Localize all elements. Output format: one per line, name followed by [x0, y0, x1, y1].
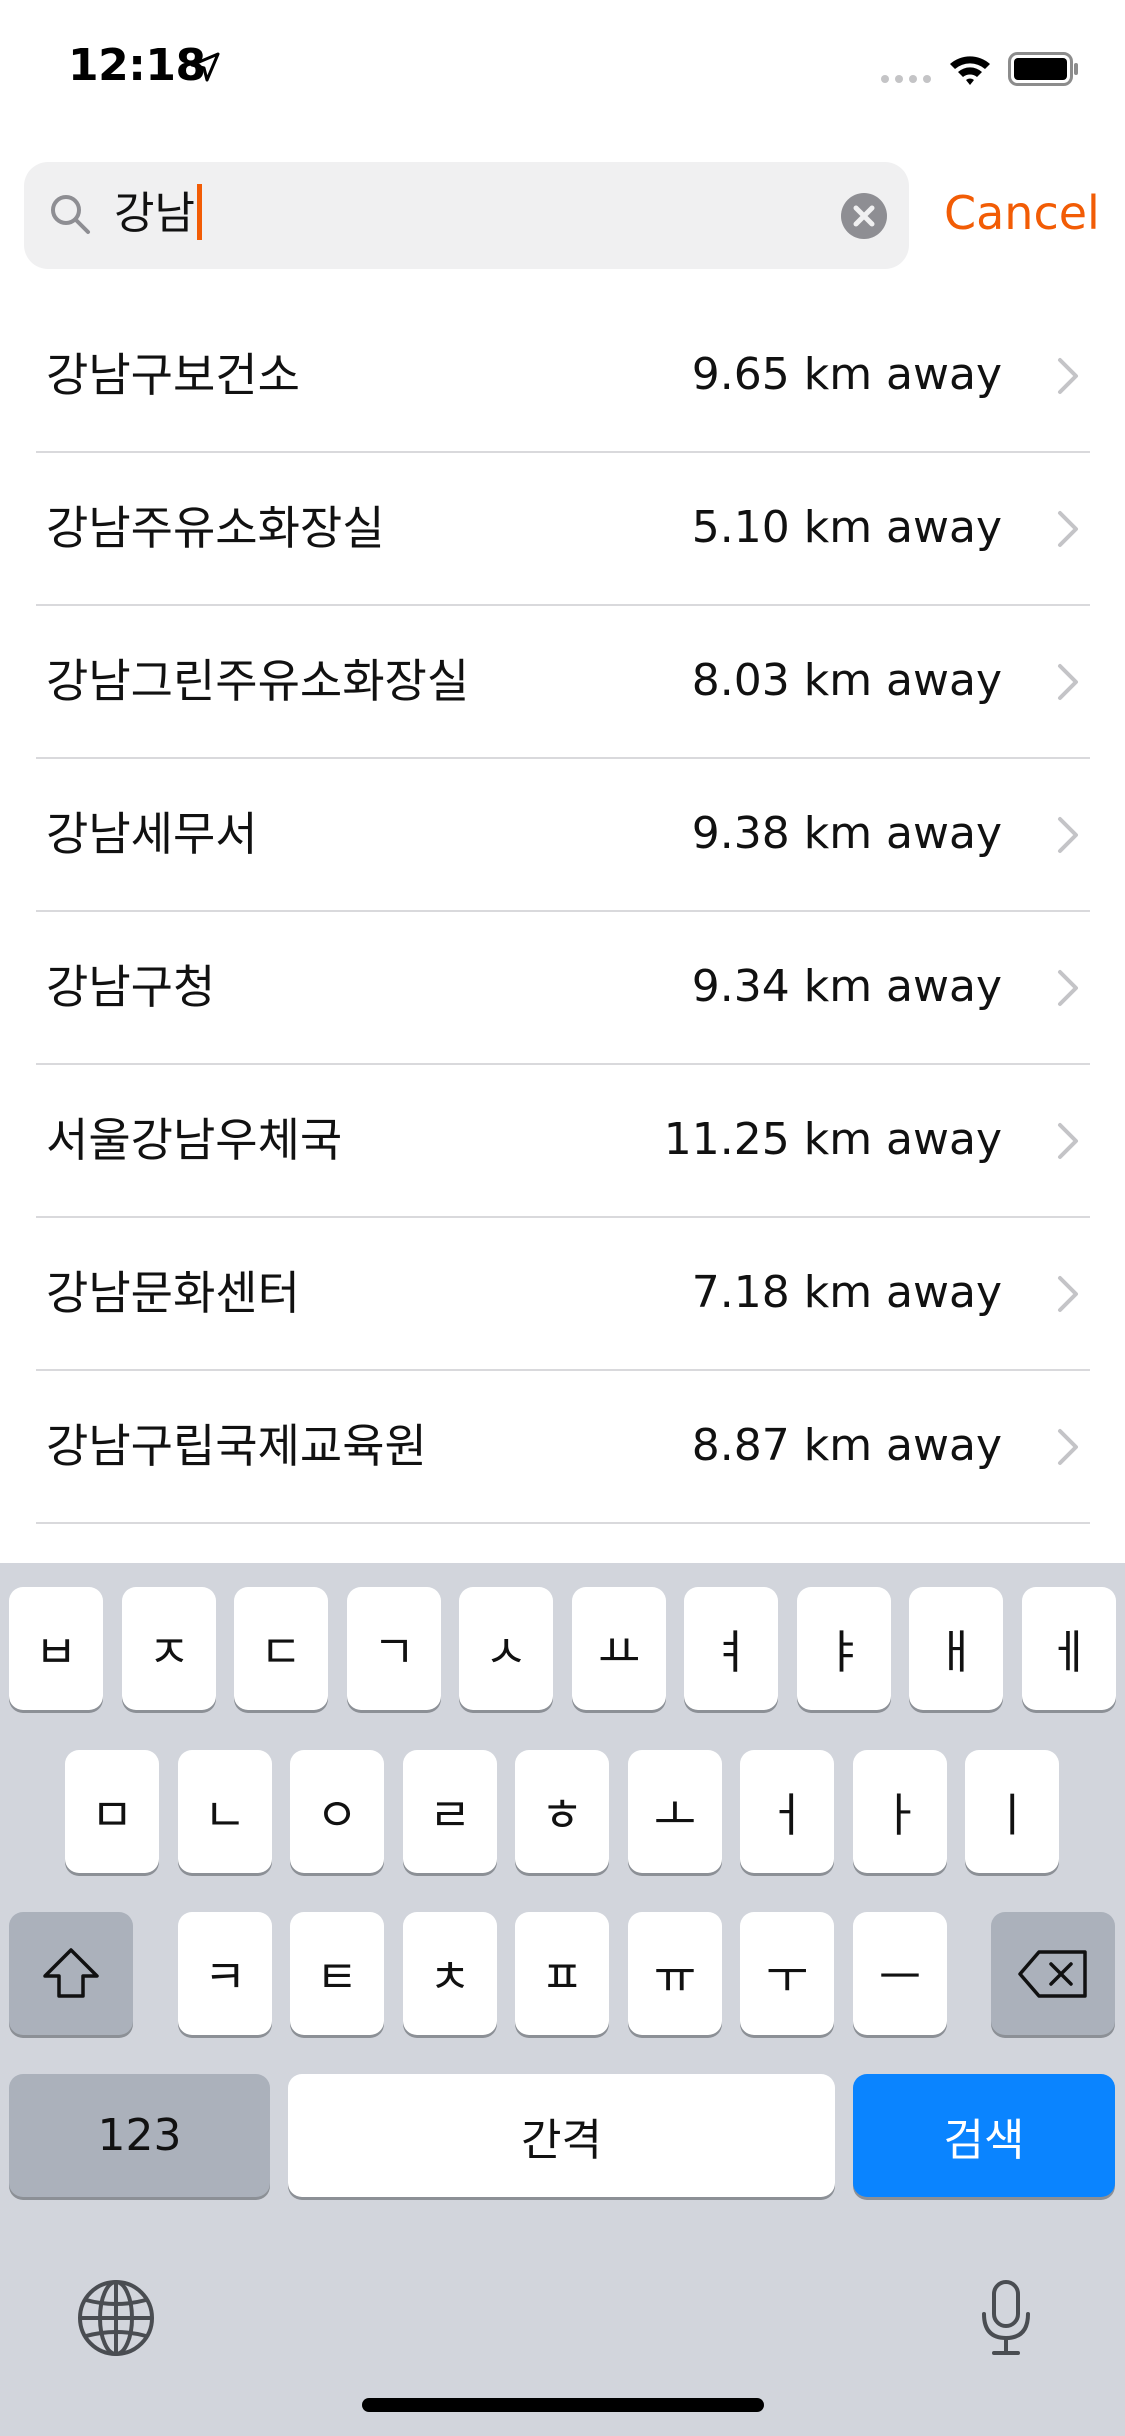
- results-list: 강남구보건소 9.65 km away 강남주유소화장실 5.10 km awa…: [36, 300, 1090, 1524]
- chevron-right-icon: [1058, 1276, 1078, 1312]
- search-key[interactable]: 검색: [853, 2074, 1115, 2197]
- list-item[interactable]: 강남세무서 9.38 km away: [36, 759, 1090, 912]
- place-distance: 8.87 km away: [691, 1420, 1002, 1471]
- key[interactable]: ㄱ: [347, 1587, 441, 1710]
- list-item[interactable]: 강남문화센터 7.18 km away: [36, 1218, 1090, 1371]
- key[interactable]: ㅍ: [515, 1912, 609, 2035]
- place-name: 강남세무서: [46, 807, 258, 861]
- key[interactable]: ㅑ: [797, 1587, 891, 1710]
- place-name: 강남그린주유소화장실: [46, 654, 470, 708]
- globe-icon[interactable]: [76, 2278, 156, 2358]
- place-name: 서울강남우체국: [46, 1113, 343, 1167]
- key[interactable]: ㅗ: [628, 1750, 722, 1873]
- place-name: 강남구립국제교육원: [46, 1419, 427, 1473]
- place-distance: 9.38 km away: [691, 808, 1002, 859]
- key[interactable]: ㅅ: [459, 1587, 553, 1710]
- place-distance: 11.25 km away: [663, 1114, 1002, 1165]
- key[interactable]: ㅋ: [178, 1912, 272, 2035]
- key[interactable]: ㅂ: [9, 1587, 103, 1710]
- cancel-button[interactable]: Cancel: [944, 182, 1100, 244]
- list-item[interactable]: 강남구청 9.34 km away: [36, 912, 1090, 1065]
- chevron-right-icon: [1058, 664, 1078, 700]
- key[interactable]: ㅐ: [909, 1587, 1003, 1710]
- key[interactable]: ㅣ: [965, 1750, 1059, 1873]
- search-icon: [51, 195, 90, 234]
- key[interactable]: ㅌ: [290, 1912, 384, 2035]
- microphone-icon[interactable]: [978, 2278, 1034, 2358]
- search-field[interactable]: 강남: [24, 162, 909, 269]
- location-arrow-icon: [190, 52, 220, 82]
- status-bar: 12:18: [0, 0, 1125, 140]
- place-distance: 7.18 km away: [691, 1267, 1002, 1318]
- chevron-right-icon: [1058, 817, 1078, 853]
- key[interactable]: ㅔ: [1022, 1587, 1116, 1710]
- key[interactable]: ㅇ: [290, 1750, 384, 1873]
- search-input[interactable]: 강남: [114, 184, 202, 244]
- place-distance: 9.65 km away: [691, 349, 1002, 400]
- place-name: 강남주유소화장실: [46, 501, 385, 555]
- key[interactable]: ㄷ: [234, 1587, 328, 1710]
- search-query: 강남: [114, 188, 195, 239]
- chevron-right-icon: [1058, 970, 1078, 1006]
- key[interactable]: ㅠ: [628, 1912, 722, 2035]
- chevron-right-icon: [1058, 1429, 1078, 1465]
- place-distance: 8.03 km away: [691, 655, 1002, 706]
- backspace-icon: [1018, 1949, 1087, 1998]
- key[interactable]: ㄹ: [403, 1750, 497, 1873]
- list-item[interactable]: 강남주유소화장실 5.10 km away: [36, 453, 1090, 606]
- place-name: 강남문화센터: [46, 1266, 300, 1320]
- key[interactable]: ㅏ: [853, 1750, 947, 1873]
- text-cursor: [196, 184, 202, 240]
- chevron-right-icon: [1058, 1123, 1078, 1159]
- list-item[interactable]: 강남그린주유소화장실 8.03 km away: [36, 606, 1090, 759]
- key[interactable]: ㅈ: [122, 1587, 216, 1710]
- list-item[interactable]: 강남구보건소 9.65 km away: [36, 300, 1090, 453]
- key[interactable]: ㄴ: [178, 1750, 272, 1873]
- key[interactable]: ㅕ: [684, 1587, 778, 1710]
- key[interactable]: ㅓ: [740, 1750, 834, 1873]
- numbers-key[interactable]: 123: [9, 2074, 270, 2197]
- place-name: 강남구청: [46, 960, 216, 1014]
- place-distance: 5.10 km away: [691, 502, 1002, 553]
- wifi-icon: [950, 56, 990, 85]
- home-indicator: [362, 2398, 764, 2412]
- chevron-right-icon: [1058, 358, 1078, 394]
- space-key[interactable]: 간격: [288, 2074, 835, 2197]
- status-time: 12:18: [68, 40, 206, 91]
- key[interactable]: ㅎ: [515, 1750, 609, 1873]
- cellular-signal-icon: [881, 75, 931, 83]
- delete-key[interactable]: [991, 1912, 1115, 2035]
- key[interactable]: ㅁ: [65, 1750, 159, 1873]
- clear-text-icon[interactable]: [840, 192, 888, 240]
- shift-arrow-icon: [43, 1947, 99, 1998]
- shift-key[interactable]: [9, 1912, 133, 2035]
- key[interactable]: ㅡ: [853, 1912, 947, 2035]
- place-distance: 9.34 km away: [691, 961, 1002, 1012]
- chevron-right-icon: [1058, 511, 1078, 547]
- list-item[interactable]: 서울강남우체국 11.25 km away: [36, 1065, 1090, 1218]
- battery-icon: [1008, 52, 1078, 86]
- key[interactable]: ㅜ: [740, 1912, 834, 2035]
- list-item[interactable]: 강남구립국제교육원 8.87 km away: [36, 1371, 1090, 1524]
- place-name: 강남구보건소: [46, 348, 300, 402]
- key[interactable]: ㅊ: [403, 1912, 497, 2035]
- key[interactable]: ㅛ: [572, 1587, 666, 1710]
